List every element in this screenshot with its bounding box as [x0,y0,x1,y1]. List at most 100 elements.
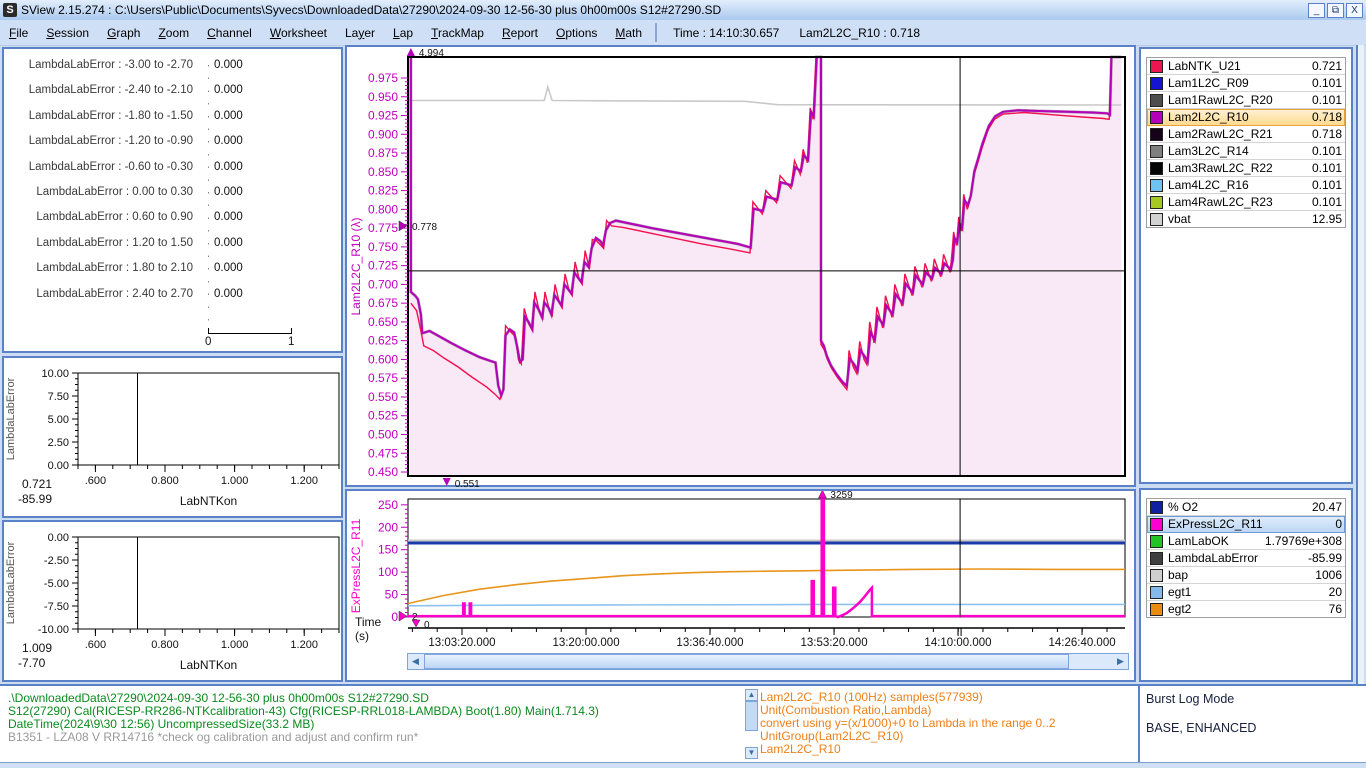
channel-top-row-lam2rawl2c-r21[interactable]: Lam2RawL2C_R210.718 [1147,126,1345,143]
channel-bottom-row--o2[interactable]: % O220.47 [1147,499,1345,516]
svg-text:4.994: 4.994 [419,48,444,59]
svg-text:0.750: 0.750 [368,240,398,254]
svg-text:3259: 3259 [830,491,853,501]
minimize-icon[interactable]: _ [1308,3,1325,18]
svg-text:ExPressL2C_R11: ExPressL2C_R11 [349,518,363,613]
channel-top-row-lam1rawl2c-r20[interactable]: Lam1RawL2C_R200.101 [1147,92,1345,109]
scatter-upper-svg[interactable]: 10.007.505.002.500.00.6000.8001.0001.200… [4,358,341,516]
channel-bottom-row-egt2[interactable]: egt276 [1147,601,1345,617]
channel-top-row-lam2l2c-r10[interactable]: Lam2L2C_R100.718 [1147,109,1345,126]
menu-math[interactable]: Math [606,23,651,43]
svg-text:0.00: 0.00 [48,460,69,472]
main-chart-svg[interactable]: 0.4500.4750.5000.5250.5500.5750.6000.625… [347,47,1134,495]
channel-value: 0.101 [1312,195,1342,209]
channel-bottom-row-bap[interactable]: bap1006 [1147,567,1345,584]
svg-text:0.550: 0.550 [368,390,398,404]
svg-text:0.950: 0.950 [368,90,398,104]
channel-value: 0.101 [1312,161,1342,175]
lambda-error-histogram-panel[interactable]: LambdaLabError : -3.00 to -2.700.000Lamb… [2,47,343,353]
scroll-down-icon[interactable]: ▼ [745,747,758,759]
histogram-bin-value: 0.000 [214,211,243,223]
channel-name: % O2 [1168,500,1198,514]
channel-top-row-vbat[interactable]: vbat12.95 [1147,211,1345,227]
channel-top-row-lam4rawl2c-r23[interactable]: Lam4RawL2C_R230.101 [1147,194,1345,211]
channel-bottom-row-expressl2c-r11[interactable]: ExPressL2C_R110 [1147,516,1345,533]
svg-text:1.000: 1.000 [221,639,249,651]
channel-bottom-row-egt1[interactable]: egt120 [1147,584,1345,601]
channel-top-row-lam3l2c-r14[interactable]: Lam3L2C_R140.101 [1147,143,1345,160]
scroll-thumb[interactable] [424,654,1069,669]
channel-value: 0.101 [1312,144,1342,158]
channel-bottom-row-lamlabok[interactable]: LamLabOK 1.79769e+308 [1147,533,1345,550]
channel-top-row-lam1l2c-r09[interactable]: Lam1L2C_R090.101 [1147,75,1345,92]
restore-icon[interactable]: ⧉ [1327,3,1344,18]
info-scrollbar[interactable]: ▲ ▼ [745,689,758,759]
menu-worksheet[interactable]: Worksheet [261,23,336,43]
svg-text:13:20:00.000: 13:20:00.000 [552,637,619,649]
histogram-bin-label: LambdaLabError : 1.20 to 1.50 [36,237,193,249]
menu-session[interactable]: Session [37,23,98,43]
menu-file[interactable]: File [0,23,37,43]
channel-top-row-lam4l2c-r16[interactable]: Lam4L2C_R160.101 [1147,177,1345,194]
status-divider [1138,684,1140,762]
channel-value: 1.79769e+308 [1265,534,1342,548]
svg-text:0.475: 0.475 [368,446,398,460]
channel-top-row-lam3rawl2c-r22[interactable]: Lam3RawL2C_R220.101 [1147,160,1345,177]
time-scrollbar[interactable]: ◀ ▶ [407,653,1129,670]
scatter-plot-lower[interactable]: 0.00-2.50-5.00-7.50-10.00.6000.8001.0001… [2,520,343,682]
histogram-bin-label: LambdaLabError : -0.60 to -0.30 [29,161,193,173]
svg-text:0: 0 [391,610,398,624]
menu-report[interactable]: Report [493,23,547,43]
scroll-right-icon[interactable]: ▶ [1113,654,1128,669]
channel-name: Lam2RawL2C_R21 [1168,127,1273,141]
channel-top-row-labntk-u21[interactable]: LabNTK_U210.721 [1147,58,1345,75]
menu-channel[interactable]: Channel [198,23,261,43]
menu-layer[interactable]: Layer [336,23,384,43]
menu-graph[interactable]: Graph [98,23,149,43]
menu-lap[interactable]: Lap [384,23,422,43]
svg-text:0.800: 0.800 [368,202,398,216]
scroll-up-icon[interactable]: ▲ [745,689,758,701]
histogram-bin-value: 0.000 [214,288,243,300]
bottom-chart-svg[interactable]: 050100150200250ExPressL2C_R1113:03:20.00… [347,491,1134,651]
app-icon: S [3,3,17,17]
channel-bottom-row-lambdalaberror[interactable]: LambdaLabError-85.99 [1147,550,1345,567]
svg-text:LabNTKon: LabNTKon [180,658,237,672]
close-icon[interactable]: X [1346,3,1363,18]
exhaust-pressure-chart-panel[interactable]: ◀ ▶ 050100150200250ExPressL2C_R1113:03:2… [345,489,1136,682]
channel-color-swatch [1150,518,1163,531]
svg-text:LabNTKon: LabNTKon [180,494,237,508]
menu-zoom[interactable]: Zoom [149,23,198,43]
channel-color-swatch [1150,569,1163,582]
cursor-channel-readout: Lam2L2C_R10 : 0.718 [789,23,930,43]
channel-color-swatch [1150,501,1163,514]
channel-color-swatch [1150,179,1163,192]
window-bottom-edge [0,762,1366,768]
menu-options[interactable]: Options [547,23,606,43]
svg-text:100: 100 [378,565,398,579]
svg-text:0.575: 0.575 [368,371,398,385]
svg-text:150: 150 [378,543,398,557]
scatter-lower-svg[interactable]: 0.00-2.50-5.00-7.50-10.00.6000.8001.0001… [4,522,341,680]
histogram-axis-min: 0 [205,336,211,348]
channel-color-swatch [1150,128,1163,141]
svg-text:2.50: 2.50 [48,437,69,449]
svg-text:0.800: 0.800 [151,639,179,651]
right-splitter-strip[interactable] [1356,45,1364,684]
channel-color-swatch [1150,603,1163,616]
main-lambda-chart-panel[interactable]: 0.4500.4750.5000.5250.5500.5750.6000.625… [345,45,1136,487]
svg-text:0.600: 0.600 [368,352,398,366]
scatter-plot-upper[interactable]: 10.007.505.002.500.00.6000.8001.0001.200… [2,356,343,518]
channel-name: Lam1L2C_R09 [1168,76,1249,90]
histogram-bin-value: 0.000 [214,59,243,71]
channel-color-swatch [1150,77,1163,90]
histogram-bin-label: LambdaLabError : 2.40 to 2.70 [36,288,193,300]
channel-list-top-panel: LabNTK_U210.721Lam1L2C_R090.101Lam1RawL2… [1139,47,1353,484]
histogram-bin-value: 0.000 [214,161,243,173]
channel-name: LamLabOK [1168,534,1229,548]
scroll-left-icon[interactable]: ◀ [408,654,423,669]
scroll-thumb[interactable] [745,701,758,731]
channel-name: Lam1RawL2C_R20 [1168,93,1273,107]
menu-trackmap[interactable]: TrackMap [422,23,493,43]
channel-name: vbat [1168,212,1191,226]
